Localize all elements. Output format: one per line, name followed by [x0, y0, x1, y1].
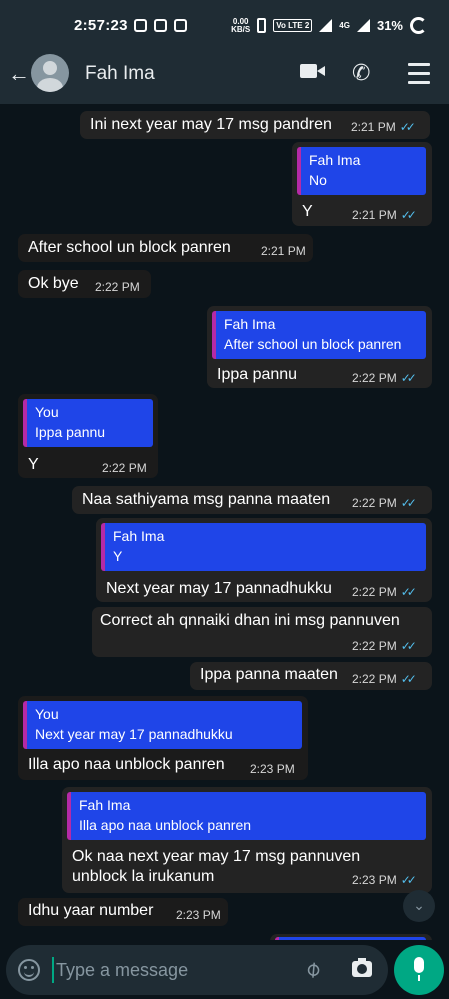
message-text: After school un block panren — [28, 239, 231, 256]
mic-button[interactable] — [394, 945, 444, 995]
message-outgoing[interactable]: Ippa panna maaten 2:22 PM ✓✓ — [190, 662, 432, 690]
message-text: Ippa panna maaten — [200, 666, 338, 683]
message-text: Idhu yaar number — [28, 902, 154, 919]
quote-author: Fah Ima — [79, 797, 131, 813]
message-outgoing[interactable]: Fah Ima Illa apo naa unblock panren Ok n… — [62, 787, 432, 893]
notification-icons — [134, 19, 187, 32]
signal-icon — [319, 19, 333, 32]
status-time: 2:57:23 — [74, 17, 128, 34]
read-ticks-icon: ✓✓ — [400, 639, 417, 653]
message-text: Naa sathiyama msg panna maaten — [82, 491, 331, 508]
quote-author: Fah Ima — [309, 152, 361, 168]
message-time: 2:23 PM — [250, 762, 295, 776]
message-time: 2:22 PM ✓✓ — [352, 585, 417, 599]
quote-text: Illa apo naa unblock panren — [79, 817, 252, 833]
message-time: 2:22 PM — [95, 280, 140, 294]
message-time: 2:23 PM ✓✓ — [352, 873, 417, 887]
emoji-icon[interactable] — [18, 959, 40, 981]
read-ticks-icon: ✓✓ — [400, 371, 417, 385]
chat-messages[interactable]: Ini next year may 17 msg pandren 2:21 PM… — [0, 104, 449, 940]
message-outgoing[interactable]: Fah Ima After school un block panren Ipp… — [207, 306, 432, 388]
chat-header: ← Fah Ima ✆ — [0, 44, 449, 104]
quoted-message — [275, 937, 426, 940]
message-time: 2:22 PM ✓✓ — [352, 639, 417, 653]
quoted-message[interactable]: Fah Ima No — [297, 147, 426, 195]
message-text: Ippa pannu — [217, 366, 298, 383]
avatar[interactable] — [31, 54, 69, 92]
message-composer: ⌀ — [6, 945, 388, 995]
mic-icon — [414, 957, 424, 981]
quote-author: Fah Ima — [113, 528, 165, 544]
message-text-line: Ok naa next year may 17 msg pannuven — [72, 848, 361, 865]
network-speed: 0.00 KB/S — [231, 16, 251, 34]
message-text: Ok bye — [28, 275, 79, 292]
quoted-message[interactable]: Fah Ima After school un block panren — [212, 311, 426, 359]
network-type: 4G — [339, 20, 350, 30]
message-outgoing[interactable]: Fah Ima No Y 2:21 PM ✓✓ — [292, 142, 432, 226]
message-time: 2:21 PM ✓✓ — [351, 120, 416, 134]
battery-saver-icon — [257, 18, 267, 33]
quote-text: After school un block panren — [224, 336, 402, 352]
read-ticks-icon: ✓✓ — [400, 873, 417, 887]
read-ticks-icon: ✓✓ — [399, 120, 416, 134]
message-time: 2:23 PM — [176, 908, 221, 922]
volte-icon: Vo LTE 2 — [273, 19, 313, 32]
read-ticks-icon: ✓✓ — [400, 585, 417, 599]
quote-text: No — [309, 172, 327, 188]
quoted-message[interactable]: You Next year may 17 pannadhukku — [23, 701, 302, 749]
message-text: Ini next year may 17 msg pandren — [90, 116, 332, 133]
message-time: 2:22 PM ✓✓ — [352, 672, 417, 686]
message-outgoing[interactable]: Fah Ima Y Next year may 17 pannadhukku 2… — [96, 518, 432, 602]
message-text: Y — [302, 203, 313, 220]
quoted-message[interactable]: You Ippa pannu — [23, 399, 153, 447]
message-incoming[interactable]: You Ippa pannu Y 2:22 PM — [18, 394, 158, 478]
message-time: 2:22 PM ✓✓ — [352, 496, 417, 510]
camera-icon[interactable] — [352, 958, 372, 977]
message-outgoing[interactable]: Ini next year may 17 msg pandren 2:21 PM… — [80, 111, 430, 139]
message-text-line: unblock la irukanum — [72, 868, 215, 885]
phone-call-icon[interactable]: ✆ — [352, 60, 370, 86]
scroll-to-bottom-button[interactable]: ⌄ — [403, 890, 435, 922]
quoted-message[interactable]: Fah Ima Y — [101, 523, 426, 571]
quote-author: You — [35, 404, 59, 420]
message-time: 2:22 PM ✓✓ — [352, 371, 417, 385]
message-incoming[interactable]: Ok bye 2:22 PM — [18, 270, 151, 298]
message-time: 2:21 PM — [261, 244, 306, 258]
attach-icon[interactable]: ⌀ — [299, 955, 326, 983]
signal-icon — [356, 19, 370, 32]
battery-ring-icon — [410, 17, 427, 34]
battery-percent: 31% — [376, 18, 403, 33]
instagram-icon — [154, 19, 167, 32]
read-ticks-icon: ✓✓ — [400, 208, 417, 222]
message-outgoing[interactable] — [270, 934, 432, 940]
contact-name[interactable]: Fah Ima — [85, 63, 155, 85]
message-outgoing[interactable]: Naa sathiyama msg panna maaten 2:22 PM ✓✓ — [72, 486, 432, 514]
message-text: Correct ah qnnaiki dhan ini msg pannuven — [100, 612, 400, 629]
quote-text: Y — [113, 548, 123, 564]
message-input[interactable] — [52, 957, 292, 983]
gallery-icon — [174, 19, 187, 32]
message-incoming[interactable]: After school un block panren 2:21 PM — [18, 234, 313, 262]
instagram-icon — [134, 19, 147, 32]
quote-author: You — [35, 706, 59, 722]
quote-text: Next year may 17 pannadhukku — [35, 726, 233, 742]
menu-icon[interactable] — [408, 63, 430, 90]
message-text: Next year may 17 pannadhukku — [106, 580, 332, 597]
quoted-message[interactable]: Fah Ima Illa apo naa unblock panren — [67, 792, 426, 840]
quote-text: Ippa pannu — [35, 424, 106, 440]
read-ticks-icon: ✓✓ — [400, 496, 417, 510]
message-text: Illa apo naa unblock panren — [28, 756, 225, 773]
quote-author: Fah Ima — [224, 316, 276, 332]
message-time: 2:22 PM — [102, 461, 147, 475]
message-outgoing[interactable]: Correct ah qnnaiki dhan ini msg pannuven… — [92, 607, 432, 657]
message-incoming[interactable]: Idhu yaar number 2:23 PM — [18, 898, 228, 926]
message-incoming[interactable]: You Next year may 17 pannadhukku Illa ap… — [18, 696, 308, 780]
status-indicators: 0.00 KB/S Vo LTE 2 4G 31% — [231, 17, 427, 34]
status-bar: 2:57:23 0.00 KB/S Vo LTE 2 4G 31% — [0, 0, 449, 44]
message-time: 2:21 PM ✓✓ — [352, 208, 417, 222]
read-ticks-icon: ✓✓ — [400, 672, 417, 686]
back-arrow-icon[interactable]: ← — [8, 61, 30, 87]
message-text: Y — [28, 456, 39, 473]
